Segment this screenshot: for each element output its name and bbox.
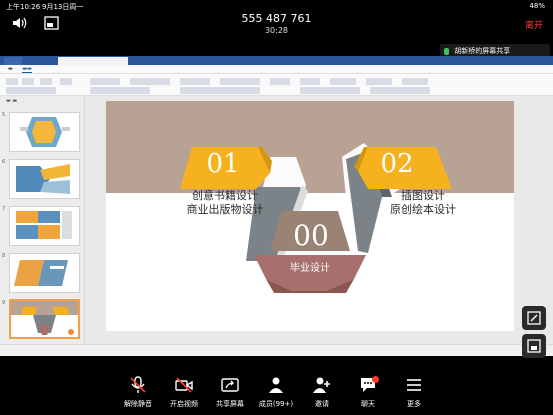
pen-icon xyxy=(527,311,541,325)
call-duration: 30:28 xyxy=(264,26,289,35)
thumbnail-number: 7 xyxy=(2,206,6,212)
app-titlebar xyxy=(0,56,553,65)
more-label: 更多 xyxy=(407,400,421,408)
ribbon-button[interactable] xyxy=(220,78,260,85)
slide-number-02: 02 xyxy=(380,149,414,179)
meeting-id: 555 487 761 xyxy=(241,12,312,25)
start-video-button[interactable]: 开启视频 xyxy=(162,376,206,414)
ribbon-button[interactable] xyxy=(40,78,52,85)
call-header: 555 487 761 30:28 离开 xyxy=(0,12,553,40)
leave-button[interactable]: 离开 xyxy=(525,18,543,31)
menu-item[interactable]: ▬ xyxy=(8,66,13,72)
annotate-tool[interactable] xyxy=(522,306,546,330)
thumbnail-preview xyxy=(20,117,70,147)
layout-icon xyxy=(527,339,541,353)
slide-center-caption: 毕业设计 xyxy=(290,263,330,274)
thumbnail-number: 8 xyxy=(2,253,6,259)
battery-percent: 48% xyxy=(529,2,545,10)
share-screen-icon xyxy=(221,378,239,392)
ribbon-button[interactable] xyxy=(300,87,360,94)
ribbon-button[interactable] xyxy=(90,87,150,94)
participants-label: 成员(99+) xyxy=(258,400,294,408)
thumbnail-preview xyxy=(14,260,68,286)
slide-header-band xyxy=(106,101,514,193)
slide-thumbnail[interactable] xyxy=(9,112,80,152)
slide-text-left-2: 商业出版物设计 xyxy=(186,203,264,216)
app-ribbon xyxy=(0,74,553,96)
screen-share-label: 胡新桥的屏幕共享 xyxy=(454,47,511,55)
slide[interactable]: 01 02 00 创意书籍设计 商业出版物设计 插图设计 原创绘本设计 毕业设计 xyxy=(106,101,514,331)
ribbon-button[interactable] xyxy=(330,78,356,85)
share-screen-button[interactable]: 共享屏幕 xyxy=(208,376,252,414)
app-tab-2[interactable] xyxy=(24,57,50,65)
more-icon xyxy=(407,379,421,391)
app-menubar: ▬ ▬▬ xyxy=(0,65,553,74)
more-button[interactable]: 更多 xyxy=(392,376,436,414)
slide-thumbnail-panel: ▬ ▬ 5 6 7 8 9 xyxy=(0,96,85,344)
ribbon-button[interactable] xyxy=(270,78,290,85)
status-date: 9月13日周一 xyxy=(42,3,84,11)
ribbon-button[interactable] xyxy=(300,78,320,85)
ribbon-button[interactable] xyxy=(402,78,428,85)
chat-notification-badge xyxy=(372,376,379,383)
chat-button[interactable]: 聊天 xyxy=(346,376,390,414)
thumbnail-preview xyxy=(16,211,72,239)
status-time: 上午10:26 xyxy=(6,3,41,11)
app-statusbar xyxy=(0,344,553,356)
mic-active-icon xyxy=(444,47,449,55)
meeting-toolbar: 解除静音 开启视频 共享屏幕 成员(99+) 邀请 聊天 更多 xyxy=(0,372,553,415)
ribbon-button[interactable] xyxy=(130,78,170,85)
unmute-label: 解除静音 xyxy=(124,400,152,408)
muted-mic-icon xyxy=(130,376,146,393)
battery-indicator: 48% xyxy=(529,2,545,10)
chat-label: 聊天 xyxy=(361,400,375,408)
invite-icon xyxy=(313,377,330,393)
slide-thumbnail-selected[interactable] xyxy=(9,299,80,339)
participants-button[interactable]: 成员(99+) xyxy=(254,376,298,414)
shared-screen: ▬ ▬▬ ▬ ▬ 5 6 7 8 9 01 02 00 创意书籍设计 商业出版物… xyxy=(0,56,553,356)
invite-button[interactable]: 邀请 xyxy=(300,376,344,414)
invite-label: 邀请 xyxy=(315,400,329,408)
slide-number-00: 00 xyxy=(293,219,329,252)
ribbon-button[interactable] xyxy=(180,87,260,94)
thumbnail-preview xyxy=(16,164,70,194)
view-toggle-tool[interactable] xyxy=(522,334,546,358)
slide-thumbnail[interactable] xyxy=(9,206,80,246)
ribbon-button[interactable] xyxy=(366,78,392,85)
app-tab-active[interactable] xyxy=(58,57,128,65)
slide-thumbnail[interactable] xyxy=(9,159,80,199)
ribbon-button[interactable] xyxy=(60,78,72,85)
slide-text-right-2: 原创绘本设计 xyxy=(390,203,456,216)
start-video-label: 开启视频 xyxy=(170,400,198,408)
share-screen-label: 共享屏幕 xyxy=(216,400,244,408)
video-off-icon xyxy=(175,377,193,393)
ribbon-button[interactable] xyxy=(22,78,34,85)
menu-item-active[interactable]: ▬▬ xyxy=(22,66,32,73)
thumbnail-number: 9 xyxy=(2,300,6,306)
thumbnail-number: 5 xyxy=(2,112,6,118)
ribbon-button[interactable] xyxy=(370,87,430,94)
unmute-button[interactable]: 解除静音 xyxy=(116,376,160,414)
thumbnail-number: 6 xyxy=(2,159,6,165)
slide-thumbnail[interactable] xyxy=(9,253,80,293)
status-bar: 上午10:26 9月13日周一 48% xyxy=(0,0,553,12)
ribbon-button[interactable] xyxy=(180,78,210,85)
slide-number-01: 01 xyxy=(206,149,240,179)
ribbon-button[interactable] xyxy=(90,78,120,85)
slide-canvas: 01 02 00 创意书籍设计 商业出版物设计 插图设计 原创绘本设计 毕业设计 xyxy=(85,96,553,344)
ribbon-button[interactable] xyxy=(6,87,56,94)
thumbnail-preview xyxy=(11,301,78,335)
participants-icon xyxy=(269,377,283,393)
ribbon-button[interactable] xyxy=(6,78,18,85)
panel-tabs[interactable]: ▬ ▬ xyxy=(6,98,17,104)
app-tab-home[interactable] xyxy=(4,57,22,65)
